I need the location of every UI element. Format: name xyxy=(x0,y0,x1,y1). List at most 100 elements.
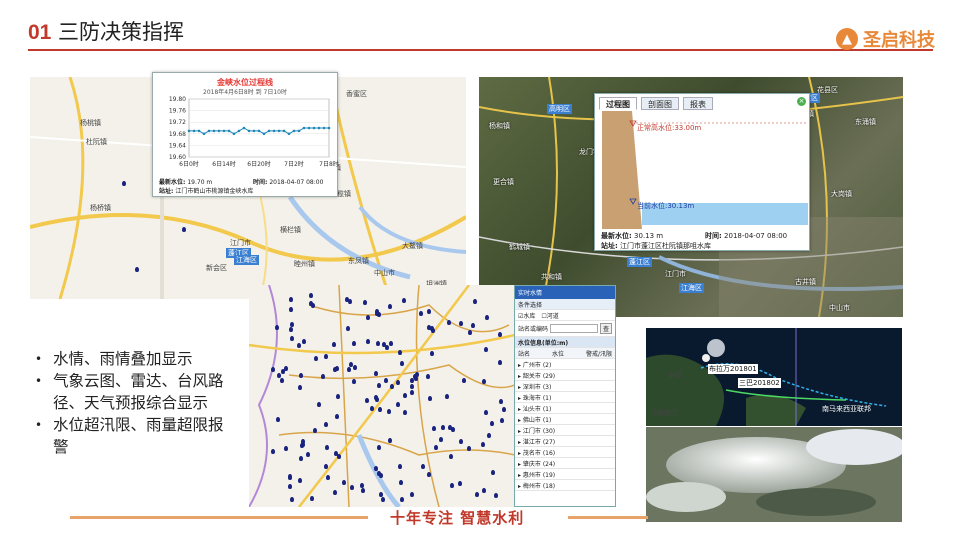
station-marker[interactable] xyxy=(432,426,436,431)
station-marker[interactable] xyxy=(365,398,369,403)
station-marker[interactable] xyxy=(182,227,186,232)
station-marker[interactable] xyxy=(334,451,338,456)
station-marker[interactable] xyxy=(361,488,365,493)
station-marker[interactable] xyxy=(498,360,502,365)
table-row[interactable]: ▸ 湛江市 (27) xyxy=(515,436,615,447)
station-search-input[interactable] xyxy=(550,324,598,333)
station-marker[interactable] xyxy=(290,336,294,341)
station-marker[interactable] xyxy=(387,409,391,414)
station-marker[interactable] xyxy=(439,437,443,442)
station-marker[interactable] xyxy=(500,418,504,423)
station-marker[interactable] xyxy=(326,475,330,480)
station-marker[interactable] xyxy=(482,379,486,384)
station-marker[interactable] xyxy=(370,406,374,411)
station-marker[interactable] xyxy=(342,480,346,485)
station-marker[interactable] xyxy=(399,480,403,485)
station-marker[interactable] xyxy=(473,299,477,304)
station-marker[interactable] xyxy=(434,445,438,450)
station-marker[interactable] xyxy=(374,371,378,376)
station-marker[interactable] xyxy=(335,366,339,371)
station-marker[interactable] xyxy=(475,492,479,497)
station-marker[interactable] xyxy=(135,267,139,272)
station-marker[interactable] xyxy=(398,464,402,469)
station-marker[interactable] xyxy=(375,311,379,316)
station-marker[interactable] xyxy=(419,311,423,316)
station-marker[interactable] xyxy=(349,362,353,367)
table-row[interactable]: ▸ 汕头市 (1) xyxy=(515,403,615,414)
station-marker[interactable] xyxy=(447,320,451,325)
station-marker[interactable] xyxy=(427,472,431,477)
search-button[interactable]: 查 xyxy=(599,323,612,334)
station-marker[interactable] xyxy=(290,322,294,327)
station-marker[interactable] xyxy=(276,417,280,422)
station-marker[interactable] xyxy=(484,410,488,415)
station-marker[interactable] xyxy=(377,445,381,450)
station-marker[interactable] xyxy=(309,293,313,298)
station-marker[interactable] xyxy=(384,378,388,383)
satellite-cloud-image[interactable] xyxy=(646,427,902,522)
station-marker[interactable] xyxy=(390,384,394,389)
station-marker[interactable] xyxy=(428,396,432,401)
station-marker[interactable] xyxy=(290,497,294,502)
station-marker[interactable] xyxy=(298,478,302,483)
station-marker[interactable] xyxy=(410,390,414,395)
station-marker[interactable] xyxy=(299,373,303,378)
station-marker[interactable] xyxy=(445,394,449,399)
tab-0[interactable]: 过程图 xyxy=(599,97,637,110)
station-marker[interactable] xyxy=(485,315,489,320)
station-marker[interactable] xyxy=(502,407,506,412)
reservoir-checkbox[interactable]: ☑水库 xyxy=(518,311,535,320)
station-marker[interactable] xyxy=(410,384,414,389)
table-row[interactable]: ▸ 茂名市 (16) xyxy=(515,447,615,458)
table-row[interactable]: ▸ 江门市 (30) xyxy=(515,425,615,436)
table-row[interactable]: ▸ 梅州市 (18) xyxy=(515,480,615,491)
river-checkbox[interactable]: ☐河道 xyxy=(541,311,558,320)
station-marker[interactable] xyxy=(385,345,389,350)
station-marker[interactable] xyxy=(122,181,126,186)
station-marker[interactable] xyxy=(277,373,281,378)
station-marker[interactable] xyxy=(280,378,284,383)
station-marker[interactable] xyxy=(335,414,339,419)
station-marker[interactable] xyxy=(450,483,454,488)
station-marker[interactable] xyxy=(324,464,328,469)
station-marker[interactable] xyxy=(403,393,407,398)
station-marker[interactable] xyxy=(302,339,306,344)
station-marker[interactable] xyxy=(353,365,357,370)
station-marker[interactable] xyxy=(459,321,463,326)
station-marker[interactable] xyxy=(376,341,380,346)
station-marker[interactable] xyxy=(403,410,407,415)
station-marker[interactable] xyxy=(388,304,392,309)
station-marker[interactable] xyxy=(325,445,329,450)
station-marker[interactable] xyxy=(321,374,325,379)
station-marker[interactable] xyxy=(324,422,328,427)
station-marker[interactable] xyxy=(426,374,430,379)
station-marker[interactable] xyxy=(449,454,453,459)
station-marker[interactable] xyxy=(459,439,463,444)
station-marker[interactable] xyxy=(498,332,502,337)
station-marker[interactable] xyxy=(271,367,275,372)
close-icon[interactable]: × xyxy=(797,97,806,106)
station-marker[interactable] xyxy=(332,342,336,347)
station-marker[interactable] xyxy=(396,380,400,385)
station-marker[interactable] xyxy=(402,298,406,303)
province-map[interactable] xyxy=(249,285,515,507)
station-marker[interactable] xyxy=(275,325,279,330)
station-marker[interactable] xyxy=(400,361,404,366)
station-marker[interactable] xyxy=(482,488,486,493)
station-marker[interactable] xyxy=(350,485,354,490)
station-marker[interactable] xyxy=(298,385,302,390)
tab-1[interactable]: 剖面图 xyxy=(641,97,679,110)
station-marker[interactable] xyxy=(346,326,350,331)
station-marker[interactable] xyxy=(333,490,337,495)
station-marker[interactable] xyxy=(297,343,301,348)
station-marker[interactable] xyxy=(377,471,381,476)
station-marker[interactable] xyxy=(396,402,400,407)
station-marker[interactable] xyxy=(284,446,288,451)
station-marker[interactable] xyxy=(352,341,356,346)
table-row[interactable]: ▸ 广州市 (2) xyxy=(515,359,615,370)
station-marker[interactable] xyxy=(389,341,393,346)
station-marker[interactable] xyxy=(487,433,491,438)
station-marker[interactable] xyxy=(314,356,318,361)
station-marker[interactable] xyxy=(378,407,382,412)
station-marker[interactable] xyxy=(271,449,275,454)
